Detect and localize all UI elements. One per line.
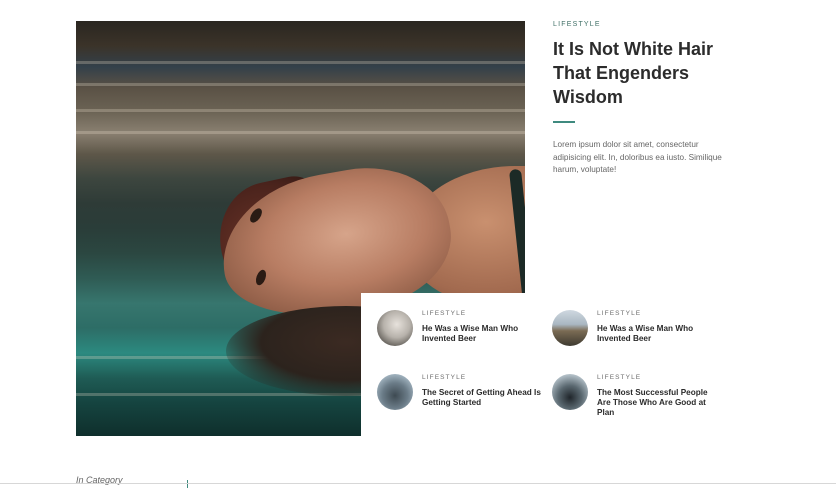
post-category[interactable]: LIFESTYLE — [597, 374, 722, 381]
post-category[interactable]: LIFESTYLE — [422, 310, 547, 317]
list-item[interactable]: LIFESTYLE He Was a Wise Man Who Invented… — [552, 310, 722, 360]
post-title[interactable]: He Was a Wise Man Who Invented Beer — [422, 324, 547, 344]
featured-excerpt: Lorem ipsum dolor sit amet, consectetur … — [553, 140, 722, 174]
list-item[interactable]: LIFESTYLE The Secret of Getting Ahead Is… — [377, 374, 547, 424]
water-ripple — [76, 109, 525, 112]
featured-category[interactable]: LIFESTYLE — [553, 21, 783, 28]
title-accent-bar — [553, 121, 575, 123]
post-category[interactable]: LIFESTYLE — [422, 374, 547, 381]
post-title[interactable]: He Was a Wise Man Who Invented Beer — [597, 324, 722, 344]
water-ripple — [76, 83, 525, 86]
post-title[interactable]: The Most Successful People Are Those Who… — [597, 388, 722, 418]
list-item[interactable]: LIFESTYLE He Was a Wise Man Who Invented… — [377, 310, 547, 360]
featured-title[interactable]: It Is Not White Hair That Engenders Wisd… — [553, 37, 743, 109]
post-title[interactable]: The Secret of Getting Ahead Is Getting S… — [422, 388, 547, 408]
post-thumbnail[interactable] — [552, 374, 588, 410]
featured-article: LIFESTYLE It Is Not White Hair That Enge… — [553, 21, 783, 177]
related-posts: LIFESTYLE He Was a Wise Man Who Invented… — [361, 293, 761, 443]
water-ripple — [76, 131, 525, 134]
section-marker — [187, 480, 188, 488]
post-thumbnail[interactable] — [377, 310, 413, 346]
list-item[interactable]: LIFESTYLE The Most Successful People Are… — [552, 374, 722, 424]
post-thumbnail[interactable] — [377, 374, 413, 410]
water-ripple — [76, 61, 525, 64]
post-thumbnail[interactable] — [552, 310, 588, 346]
post-category[interactable]: LIFESTYLE — [597, 310, 722, 317]
